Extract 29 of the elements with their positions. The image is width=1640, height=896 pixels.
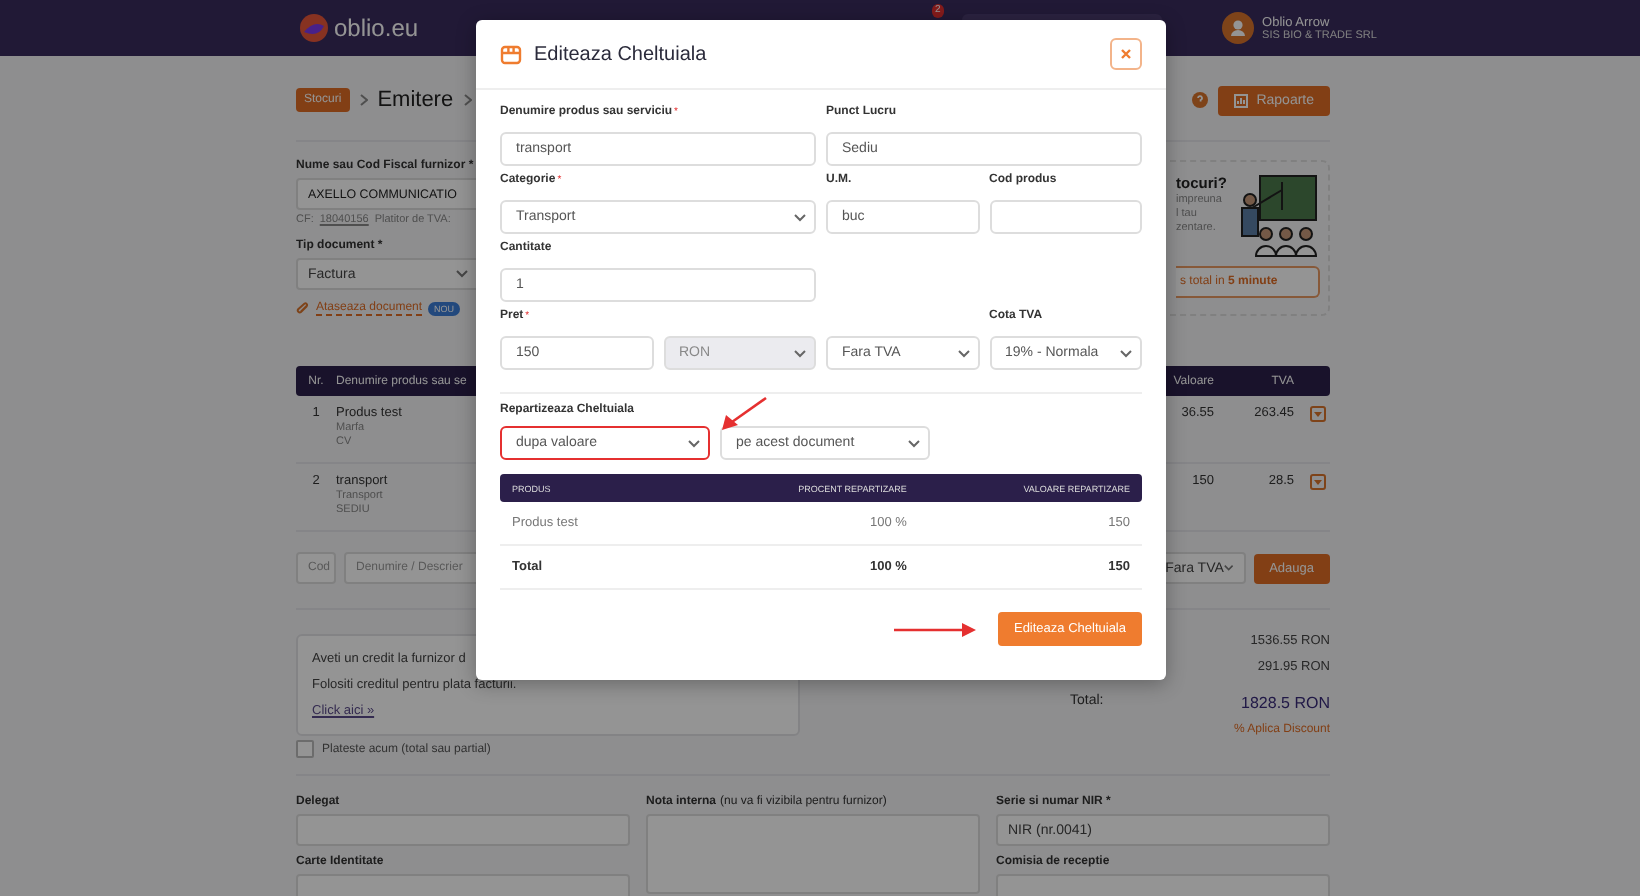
chevron-right-icon (463, 94, 472, 106)
dropdown-icon[interactable] (1310, 474, 1326, 490)
annotation-arrow (893, 621, 978, 637)
annotation-arrow (720, 396, 768, 432)
chevron-down-icon (908, 439, 920, 447)
logo-text[interactable]: oblio.eu (334, 14, 419, 42)
chevron-down-icon (957, 349, 969, 357)
text-field[interactable] (989, 200, 1142, 234)
user-avatar-icon[interactable] (1222, 12, 1255, 44)
paperclip-icon (296, 302, 310, 316)
box-icon (500, 43, 522, 65)
chevron-down-icon (456, 270, 468, 278)
chevron-down-icon (794, 349, 806, 357)
presentation-drawing (1240, 174, 1320, 258)
chart-icon (1234, 93, 1249, 107)
chevron-down-icon (1120, 349, 1132, 357)
close-button[interactable] (1110, 38, 1142, 70)
total-value: 1828.5 RON (1241, 694, 1330, 712)
help-icon[interactable] (1192, 92, 1209, 108)
chevron-down-icon (1223, 564, 1234, 572)
dropdown-icon[interactable] (1310, 406, 1326, 422)
pay-now-checkbox[interactable] (296, 740, 314, 758)
logo-icon (300, 14, 328, 42)
page-title: Emitere (377, 88, 454, 112)
dialog-title: Editeaza Cheltuiala (534, 43, 707, 65)
chevron-right-icon (359, 94, 368, 106)
close-icon (1120, 48, 1132, 60)
chevron-down-icon (794, 213, 806, 221)
chevron-down-icon (688, 439, 700, 447)
